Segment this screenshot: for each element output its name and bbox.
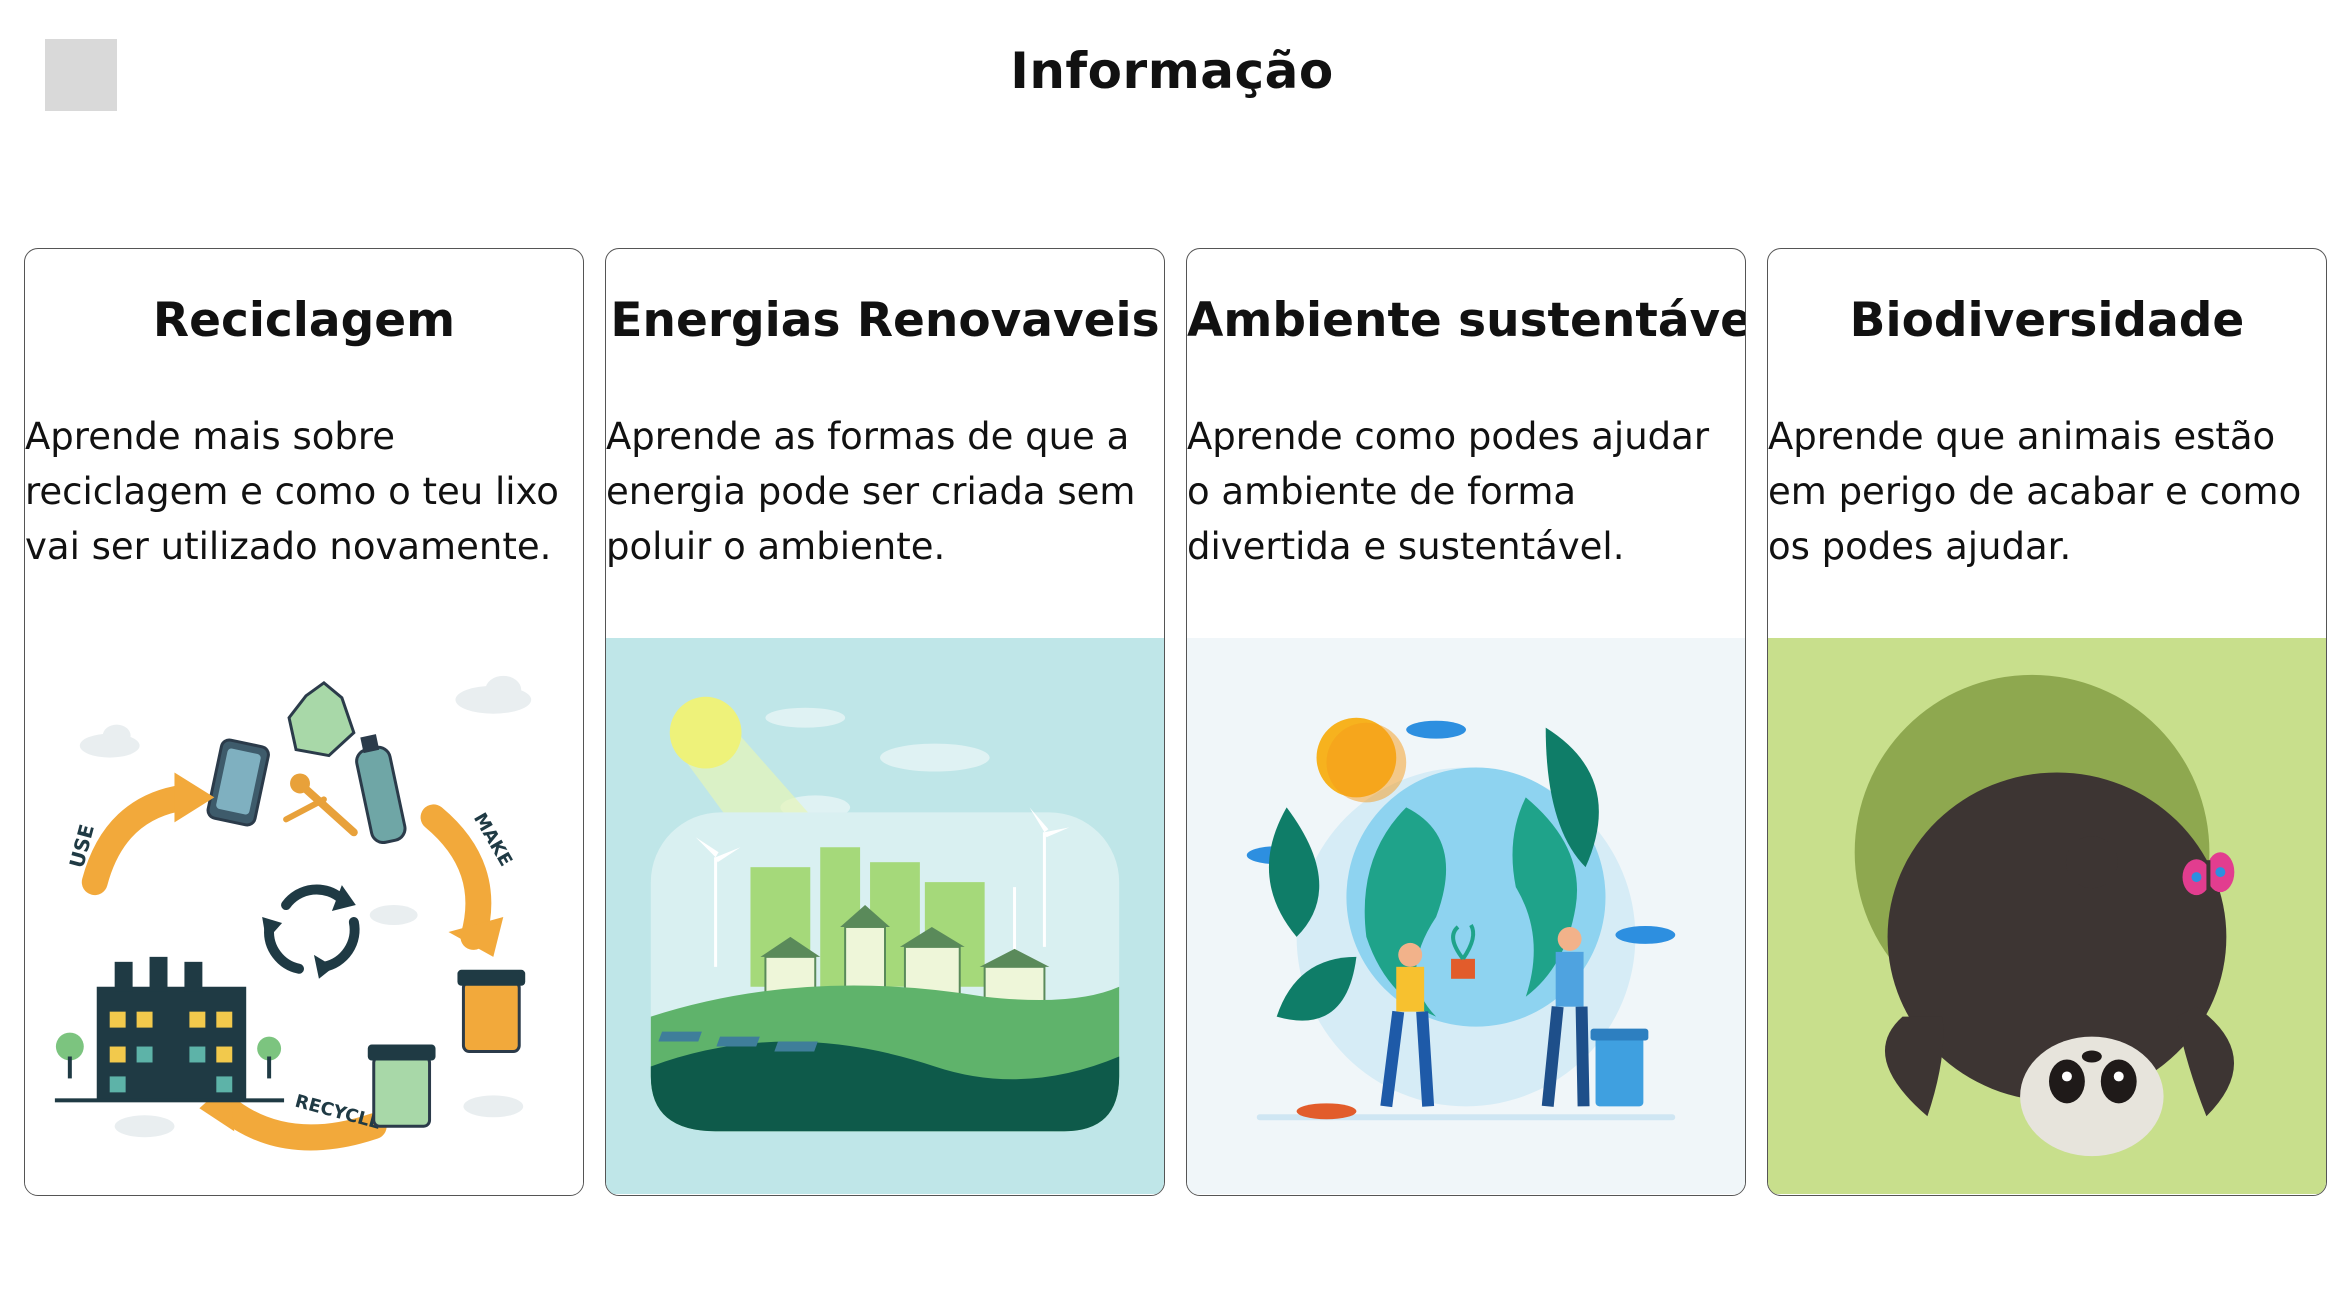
page-title: Informação xyxy=(1010,42,1334,100)
info-cards: Reciclagem Aprende mais sobre reciclagem… xyxy=(24,248,2328,1198)
card-description: Aprende mais sobre reciclagem e como o t… xyxy=(25,415,559,568)
card-ambiente-sustentavel[interactable]: Ambiente sustentável Aprende como podes … xyxy=(1186,248,1746,1196)
card-title: Energias Renovaveis xyxy=(610,293,1160,348)
renewable-energy-illustration xyxy=(606,637,1164,1195)
panda-illustration xyxy=(1768,637,2326,1195)
card-description: Aprende que animais estão em perigo de a… xyxy=(1768,415,2302,568)
recycling-illustration: USE MAKE RECYCLE xyxy=(25,637,583,1195)
card-biodiversidade[interactable]: Biodiversidade Aprende que animais estão… xyxy=(1767,248,2327,1196)
card-description: Aprende como podes ajudar o ambiente de … xyxy=(1187,415,1710,568)
card-reciclagem[interactable]: Reciclagem Aprende mais sobre reciclagem… xyxy=(24,248,584,1196)
card-description: Aprende as formas de que a energia pode … xyxy=(606,415,1136,568)
card-title: Biodiversidade xyxy=(1849,293,2245,348)
card-title: Reciclagem xyxy=(152,293,456,348)
card-title: Ambiente sustentável xyxy=(1187,293,1746,348)
card-energias-renovaveis[interactable]: Energias Renovaveis Aprende as formas de… xyxy=(605,248,1165,1196)
sustainable-environment-illustration xyxy=(1187,637,1745,1195)
